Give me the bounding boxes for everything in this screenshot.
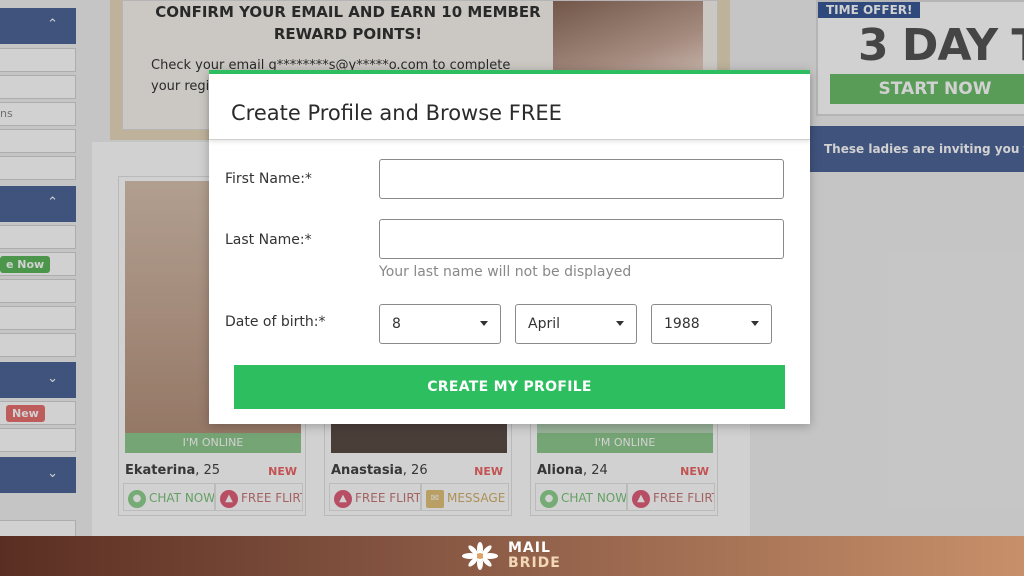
- first-name-label: First Name:*: [225, 171, 312, 187]
- create-profile-modal: Create Profile and Browse FREE First Nam…: [209, 70, 810, 424]
- modal-title: Create Profile and Browse FREE: [231, 101, 562, 125]
- first-name-input[interactable]: [379, 159, 784, 199]
- brand-footer: MAIL BRIDE: [0, 536, 1024, 576]
- chevron-down-icon: [616, 321, 624, 326]
- flower-icon: [462, 542, 498, 570]
- last-name-label: Last Name:*: [225, 232, 312, 248]
- chevron-down-icon: [480, 321, 488, 326]
- logo-text-line2: BRIDE: [508, 555, 561, 571]
- last-name-hint: Your last name will not be displayed: [379, 264, 632, 280]
- dob-day-value: 8: [392, 316, 401, 332]
- last-name-input[interactable]: [379, 219, 784, 259]
- dob-month-select[interactable]: April: [515, 304, 637, 344]
- dob-day-select[interactable]: 8: [379, 304, 501, 344]
- modal-header: Create Profile and Browse FREE: [209, 74, 810, 140]
- mailbride-logo: MAIL BRIDE: [460, 539, 570, 573]
- create-profile-button[interactable]: CREATE MY PROFILE: [234, 365, 785, 409]
- logo-text-line1: MAIL: [508, 540, 551, 556]
- dob-month-value: April: [528, 316, 560, 332]
- chevron-down-icon: [751, 321, 759, 326]
- date-of-birth-label: Date of birth:*: [225, 314, 326, 330]
- dob-year-select[interactable]: 1988: [651, 304, 772, 344]
- dob-year-value: 1988: [664, 316, 700, 332]
